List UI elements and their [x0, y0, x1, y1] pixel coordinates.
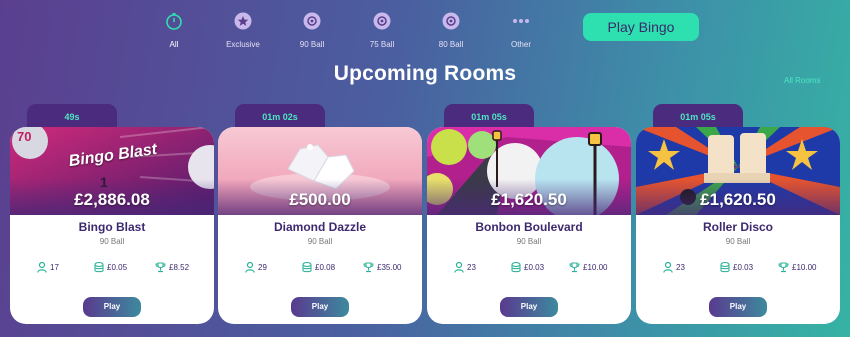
nav-item-exclusive[interactable]: Exclusive: [213, 10, 273, 49]
nav-label: 75 Ball: [369, 40, 395, 49]
room-type: 90 Ball: [725, 237, 751, 246]
bingo-ball-icon: [442, 12, 460, 30]
jackpot-amount: £500.00: [289, 190, 351, 209]
category-nav: All Exclusive 90 Ball 75 Ball 80 Ball Ot…: [0, 10, 850, 54]
prize-stat: £35.00: [363, 261, 401, 275]
jackpot-amount: £1,620.50: [491, 190, 567, 209]
prize-stat: £10.00: [569, 261, 607, 275]
trophy-icon: [569, 262, 580, 273]
jackpot-amount: £1,620.50: [700, 190, 776, 209]
jackpot-amount: £2,886.08: [74, 190, 150, 209]
user-icon: [454, 262, 464, 274]
room-stats: 23 £0.03 £10.00: [427, 261, 631, 275]
nav-label: 90 Ball: [299, 40, 325, 49]
room-card-body: 1 70 Bingo Blast £2,886.08 Bingo Blast 9…: [10, 127, 214, 324]
coins-icon: [94, 262, 104, 273]
nav-item-other[interactable]: Other: [491, 10, 551, 49]
coins-icon: [302, 262, 312, 273]
ticket-price-stat: £0.03: [511, 261, 544, 275]
room-type: 90 Ball: [99, 237, 125, 246]
trophy-icon: [363, 262, 374, 273]
room-stats: 29 £0.08 £35.00: [218, 261, 422, 275]
room-card-body: £500.00 Diamond Dazzle 90 Ball 29 £0.08 …: [218, 127, 422, 324]
room-card-body: £1,620.50 Bonbon Boulevard 90 Ball 23 £0…: [427, 127, 631, 324]
bingo-ball-icon: [373, 12, 391, 30]
room-card[interactable]: 01m 05s £1,620.50 Roller Disco 90 Ball 2…: [636, 104, 840, 324]
room-name: Roller Disco: [702, 220, 774, 234]
more-dots-icon: [512, 12, 530, 30]
room-name: Bonbon Boulevard: [475, 220, 583, 234]
trophy-icon: [778, 262, 789, 273]
nav-label: 80 Ball: [438, 40, 464, 49]
nav-label: Other: [510, 40, 531, 49]
nav-item-all[interactable]: All: [144, 10, 204, 49]
stopwatch-icon: [165, 12, 183, 30]
bingo-ball-icon: [303, 12, 321, 30]
play-button[interactable]: Play: [709, 297, 767, 317]
room-image: £1,620.50: [427, 127, 631, 215]
room-image: £1,620.50: [636, 127, 840, 215]
room-type: 90 Ball: [307, 237, 333, 246]
room-name: Diamond Dazzle: [273, 220, 366, 234]
room-card[interactable]: 01m 05s £1,620.50 Bonbon Boulevard 90 Ba…: [427, 104, 631, 324]
page-title: Upcoming Rooms: [333, 62, 517, 85]
room-image: 1 70 Bingo Blast £2,886.08: [10, 127, 214, 215]
players-stat: 29: [245, 261, 267, 275]
nav-label: Exclusive: [226, 40, 260, 49]
coins-icon: [511, 262, 521, 273]
play-button[interactable]: Play: [500, 297, 558, 317]
room-image: £500.00: [218, 127, 422, 215]
ticket-price-stat: £0.08: [302, 261, 335, 275]
user-icon: [663, 262, 673, 274]
play-button[interactable]: Play: [291, 297, 349, 317]
all-rooms-link[interactable]: All Rooms: [784, 76, 820, 85]
play-button[interactable]: Play: [83, 297, 141, 317]
coins-icon: [720, 262, 730, 273]
players-stat: 17: [37, 261, 59, 275]
nav-item-80-ball[interactable]: 80 Ball: [421, 10, 481, 49]
nav-label: All: [169, 40, 179, 49]
user-icon: [37, 262, 47, 274]
prize-stat: £8.52: [155, 261, 189, 275]
room-name: Bingo Blast: [78, 220, 146, 234]
room-stats: 23 £0.03 £10.00: [636, 261, 840, 275]
players-stat: 23: [663, 261, 685, 275]
ball-number: 70: [17, 129, 32, 144]
room-type: 90 Ball: [516, 237, 542, 246]
prize-stat: £10.00: [778, 261, 816, 275]
ticket-price-stat: £0.03: [720, 261, 753, 275]
players-stat: 23: [454, 261, 476, 275]
user-icon: [245, 262, 255, 274]
nav-item-90-ball[interactable]: 90 Ball: [282, 10, 342, 49]
ticket-price-stat: £0.05: [94, 261, 127, 275]
room-stats: 17 £0.05 £8.52: [10, 261, 214, 275]
star-icon: [234, 12, 252, 30]
room-card-body: £1,620.50 Roller Disco 90 Ball 23 £0.03 …: [636, 127, 840, 324]
room-card[interactable]: 01m 02s £500.00 Diamond Dazzle 90 Ball 2…: [218, 104, 422, 324]
nav-item-75-ball[interactable]: 75 Ball: [352, 10, 412, 49]
play-bingo-button[interactable]: Play Bingo: [583, 13, 699, 41]
trophy-icon: [155, 262, 166, 273]
room-card[interactable]: 49s 1 70 Bingo Blast £2,886.08 Bingo Bla…: [10, 104, 214, 324]
